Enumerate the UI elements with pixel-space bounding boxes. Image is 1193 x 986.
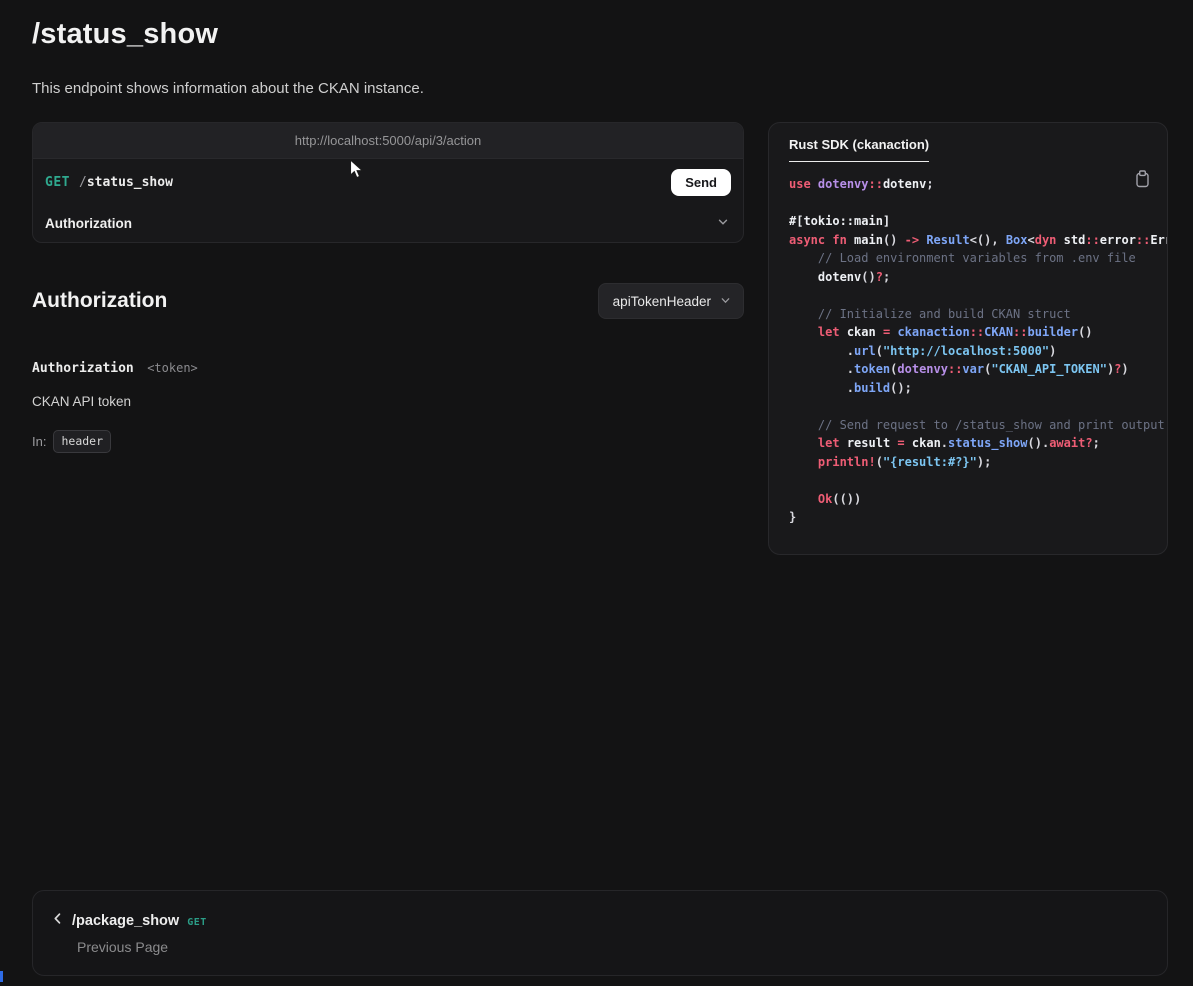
code-line: use dotenvy::dotenv; <box>789 175 1167 194</box>
code-line: } <box>789 508 1167 527</box>
code-line: // Initialize and build CKAN struct <box>789 305 1167 324</box>
auth-scheme-select[interactable]: apiTokenHeader <box>598 283 744 319</box>
code-line: // Send request to /status_show and prin… <box>789 416 1167 435</box>
auth-param-name: Authorization <box>32 361 134 376</box>
code-line: .token(dotenvy::var("CKAN_API_TOKEN")?) <box>789 360 1167 379</box>
code-line: println!("{result:#?}"); <box>789 453 1167 472</box>
base-url-text: http://localhost:5000/api/3/action <box>295 133 481 148</box>
prev-page-label: Previous Page <box>77 939 1149 955</box>
code-line <box>789 286 1167 305</box>
auth-param-row: Authorization <token> <box>32 359 744 377</box>
code-line: let result = ckan.status_show().await?; <box>789 434 1167 453</box>
code-line: Ok(()) <box>789 490 1167 509</box>
auth-param-type: <token> <box>147 361 198 375</box>
chevron-down-icon <box>717 215 729 233</box>
authorization-heading: Authorization <box>32 289 167 313</box>
scroll-indicator <box>0 971 3 982</box>
auth-param-block: Authorization <token> CKAN API token In:… <box>32 359 744 453</box>
code-line <box>789 194 1167 213</box>
auth-scheme-value: apiTokenHeader <box>613 294 711 309</box>
prev-page-method-badge: GET <box>187 917 207 928</box>
auth-param-description: CKAN API token <box>32 394 744 409</box>
auth-accordion-label: Authorization <box>45 216 132 231</box>
http-method-label: GET <box>45 175 70 190</box>
page: /status_show This endpoint shows informa… <box>0 0 1193 986</box>
chevron-left-icon <box>51 912 64 930</box>
base-url-bar[interactable]: http://localhost:5000/api/3/action <box>33 123 743 159</box>
auth-in-label: In: <box>32 434 46 449</box>
page-title: /status_show <box>32 18 1168 51</box>
auth-in-value-badge: header <box>53 430 111 453</box>
sdk-example-panel: Rust SDK (ckanaction) use dotenvy::doten… <box>768 122 1168 555</box>
code-line: async fn main() -> Result<(), Box<dyn st… <box>789 231 1167 250</box>
chevron-down-icon <box>720 294 731 309</box>
path-name: status_show <box>87 175 173 190</box>
prev-page-path: /package_show <box>72 913 179 929</box>
code-line: .url("http://localhost:5000") <box>789 342 1167 361</box>
api-client-panel: http://localhost:5000/api/3/action GET /… <box>32 122 744 243</box>
endpoint-path: /status_show <box>79 175 173 190</box>
code-line: dotenv()?; <box>789 268 1167 287</box>
code-line: #[tokio::main] <box>789 212 1167 231</box>
code-line <box>789 471 1167 490</box>
code-line: let ckan = ckanaction::CKAN::builder() <box>789 323 1167 342</box>
auth-accordion-row[interactable]: Authorization <box>33 205 743 242</box>
code-block[interactable]: use dotenvy::dotenv; #[tokio::main]async… <box>769 162 1167 541</box>
tab-rust-sdk[interactable]: Rust SDK (ckanaction) <box>789 137 929 162</box>
request-row: GET /status_show Send <box>33 159 743 205</box>
endpoint-description: This endpoint shows information about th… <box>32 80 1168 97</box>
code-line: // Load environment variables from .env … <box>789 249 1167 268</box>
code-line: .build(); <box>789 379 1167 398</box>
code-line <box>789 397 1167 416</box>
path-slash: / <box>79 175 87 190</box>
prev-page-card[interactable]: /package_show GET Previous Page <box>32 890 1168 976</box>
send-button[interactable]: Send <box>671 169 731 196</box>
